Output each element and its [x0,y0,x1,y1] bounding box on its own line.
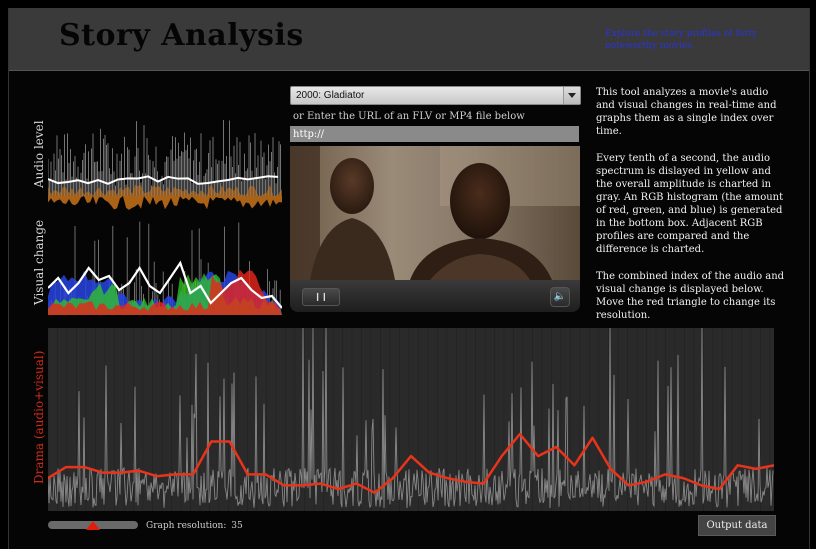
audio-spectrum-area [48,196,282,210]
drama-label: Drama (audio+visual) [32,350,46,484]
resolution-label-text: Graph resolution: [146,521,227,531]
description-paragraph: This tool analyzes a movie's audio and v… [596,87,777,137]
visual-change-graph [48,221,282,315]
description-paragraph: Every tenth of a second, the audio spect… [596,153,784,255]
pause-icon: ❙❙ [314,292,328,301]
drama-graph [48,328,774,511]
visual-change-label: Visual change [32,219,46,305]
header: Story Analysis Explore the story profile… [9,8,809,71]
speaker-icon: 🔈 [553,291,567,302]
url-input[interactable] [290,126,579,142]
explore-movies-link[interactable]: Explore the story profiles of forty note… [605,28,795,52]
volume-button[interactable]: 🔈 [550,287,570,307]
description: This tool analyzes a movie's audio and v… [596,86,788,336]
video-controls: ❙❙ 🔈 [290,280,580,312]
movie-select-value: 2000: Gladiator [296,90,365,101]
url-label: or Enter the URL of an FLV or MP4 file b… [293,111,525,122]
audio-level-label: Audio level [32,120,46,188]
page-title: Story Analysis [59,18,304,53]
resolution-label: Graph resolution: 35 [146,521,243,531]
resolution-value: 35 [231,521,243,531]
audio-level-graph [48,120,282,210]
resolution-slider-thumb[interactable] [86,521,100,530]
output-data-button[interactable]: Output data [698,515,776,536]
audio-visual-graphs [48,120,282,315]
drama-noise [48,328,774,509]
description-paragraph: The combined index of the audio and visu… [596,271,785,321]
drama-noise-line [48,328,774,509]
movie-select[interactable]: 2000: Gladiator [290,86,581,105]
video-frame [290,146,580,280]
video-player[interactable]: ❙❙ 🔈 [290,146,580,312]
pause-button[interactable]: ❙❙ [302,288,340,306]
chevron-down-icon[interactable] [563,87,580,104]
